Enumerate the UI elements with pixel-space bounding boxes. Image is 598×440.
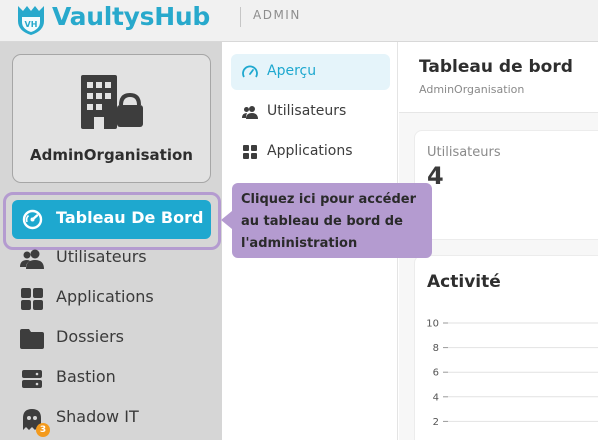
apps-grid-icon <box>21 288 43 310</box>
dashboard-gauge-icon <box>22 209 43 230</box>
users-stat-card[interactable]: Utilisateurs 4 <box>414 130 598 240</box>
sidebar-item-applications[interactable]: Applications <box>12 281 211 317</box>
subnav-item-label: Aperçu <box>267 63 317 79</box>
users-icon <box>242 106 258 119</box>
organisation-name: AdminOrganisation <box>30 146 193 164</box>
sidebar-item-label: Bastion <box>56 367 116 386</box>
brand-name[interactable]: VaultysHub <box>52 2 210 31</box>
sidebar-item-folders[interactable]: Dossiers <box>12 321 211 357</box>
onboarding-tooltip: Cliquez ici pour accéder au tableau de b… <box>232 183 432 258</box>
vaultyshub-logo-icon[interactable]: VH <box>16 3 46 36</box>
sidebar-item-label: Dossiers <box>56 327 124 346</box>
sidebar-item-label: Tableau De Bord <box>56 208 204 227</box>
page-subtitle: AdminOrganisation <box>419 83 525 96</box>
sidebar-item-dashboard[interactable]: Tableau De Bord <box>12 200 211 239</box>
building-lock-icon <box>81 75 143 129</box>
y-tick-label: 2 <box>433 417 439 428</box>
notification-badge: 3 <box>36 423 50 437</box>
top-bar: VH VaultysHub ADMIN <box>0 0 598 42</box>
section-label: ADMIN <box>253 8 301 22</box>
activity-card: Activité 10 8 6 4 2 <box>414 255 598 440</box>
subnav-item-applications[interactable]: Applications <box>231 134 390 170</box>
subnav-item-label: Applications <box>267 143 353 159</box>
folder-icon <box>20 329 44 349</box>
organisation-card[interactable]: AdminOrganisation <box>12 54 211 183</box>
subnav-item-users[interactable]: Utilisateurs <box>231 94 390 130</box>
header-divider <box>240 7 241 27</box>
sidebar-item-bastion[interactable]: Bastion <box>12 361 211 397</box>
page-header: Tableau de bord AdminOrganisation <box>399 42 598 113</box>
tooltip-arrow <box>221 211 232 229</box>
stat-label: Utilisateurs <box>427 145 501 160</box>
page-title: Tableau de bord <box>419 57 573 77</box>
sidebar-item-label: Utilisateurs <box>56 247 147 266</box>
tooltip-line: Cliquez ici pour accéder <box>241 192 417 207</box>
apps-grid-icon <box>243 145 257 159</box>
activity-chart: 10 8 6 4 2 <box>426 319 598 428</box>
subnav-item-label: Utilisateurs <box>267 103 347 119</box>
gauge-icon <box>242 65 258 78</box>
tooltip-line: au tableau de bord de <box>241 214 403 229</box>
activity-title: Activité <box>427 272 501 292</box>
svg-text:VH: VH <box>25 20 38 29</box>
sidebar-item-users[interactable]: Utilisateurs <box>12 241 211 277</box>
subnav-item-overview[interactable]: Aperçu <box>231 54 390 90</box>
y-tick-label: 6 <box>433 368 439 379</box>
server-icon <box>22 370 42 388</box>
users-icon <box>20 249 44 269</box>
y-tick-label: 4 <box>433 392 439 403</box>
tooltip-line: l'administration <box>241 236 358 251</box>
sidebar: AdminOrganisation Tableau De Bord Utilis… <box>0 42 222 440</box>
sidebar-item-label: Applications <box>56 287 154 306</box>
sidebar-item-shadow-it[interactable]: 3 Shadow IT <box>12 401 211 437</box>
sidebar-item-label: Shadow IT <box>56 407 139 426</box>
y-tick-label: 10 <box>426 319 439 330</box>
y-tick-label: 8 <box>433 343 439 354</box>
